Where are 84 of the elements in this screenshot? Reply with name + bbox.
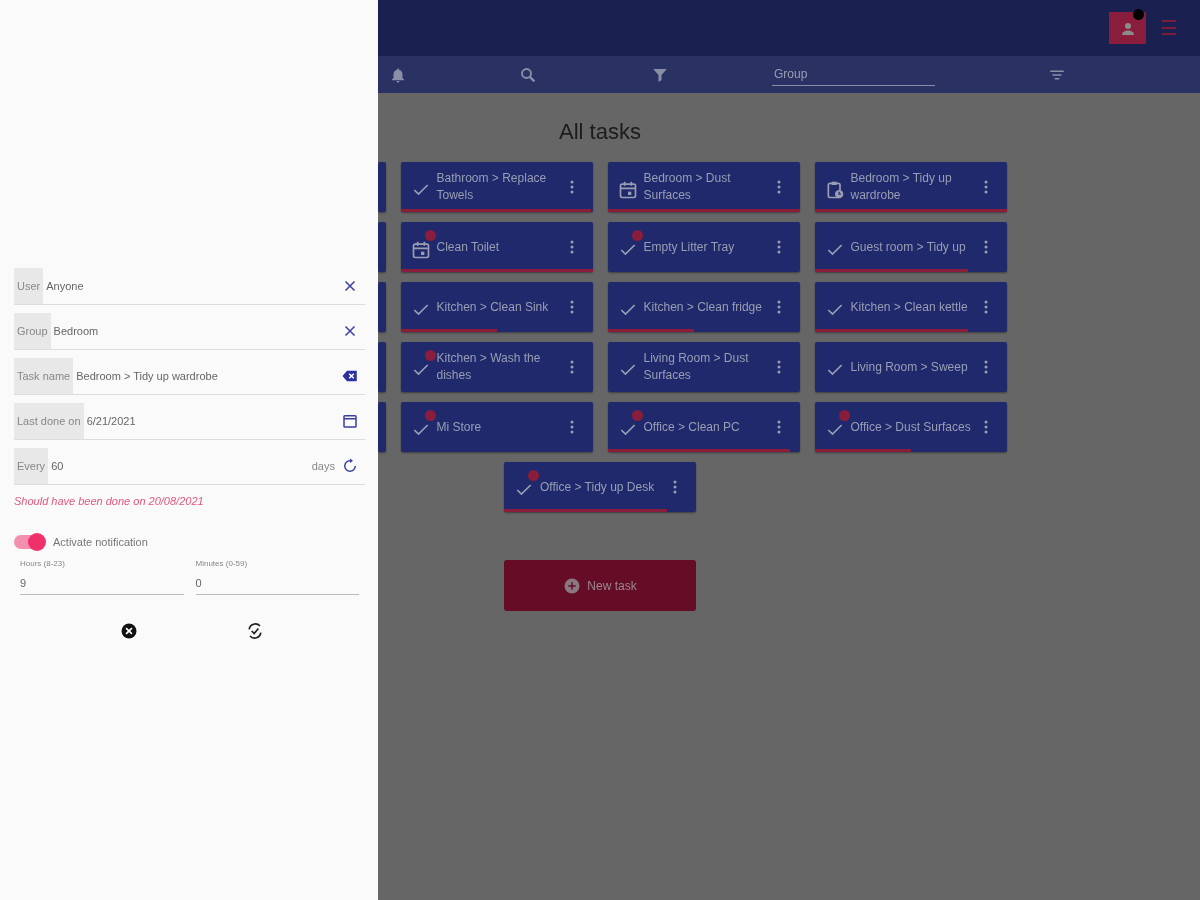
calendar-icon	[617, 179, 638, 200]
task-name: Living Room > Sweep	[850, 358, 969, 376]
input-field[interactable]: 0	[195, 575, 359, 592]
input-field[interactable]: Anyone	[43, 277, 341, 295]
bell-icon[interactable]	[389, 65, 407, 84]
refresh-icon[interactable]	[341, 457, 359, 475]
input-field[interactable]: 60	[48, 457, 312, 475]
task-card[interactable]	[377, 162, 386, 212]
task-card[interactable]: Kitchen > Wash the dishes	[400, 342, 593, 392]
more-icon[interactable]	[776, 240, 781, 254]
task-card[interactable]	[377, 282, 386, 332]
task-name: Office > Clean PC	[643, 418, 741, 436]
task-card[interactable]: Bathroom > Replace Towels	[400, 162, 593, 212]
add-circle-icon	[563, 576, 582, 595]
field-label: User	[14, 268, 44, 304]
more-icon[interactable]	[776, 360, 781, 374]
group-field[interactable]: Group	[772, 63, 935, 86]
task-card[interactable]: Bedroom > Dust Surfaces	[607, 162, 800, 212]
input-field[interactable]: Bedroom > Tidy up wardrobe	[73, 367, 341, 385]
page-title: All tasks	[558, 118, 642, 146]
more-icon[interactable]	[776, 180, 781, 194]
warning-text: Should have been done on 20/08/2021	[14, 494, 205, 509]
task-card[interactable]: Clean Toilet	[400, 222, 593, 272]
task-card[interactable]: Office > Clean PC	[607, 402, 800, 452]
task-card[interactable]: Office > Tidy up Desk	[504, 462, 696, 512]
more-icon[interactable]	[569, 360, 574, 374]
task-card[interactable]: Kitchen > Clean fridge	[607, 282, 800, 332]
account-button[interactable]	[1109, 12, 1146, 44]
task-name: Bedroom > Dust Surfaces	[643, 170, 732, 204]
task-card[interactable]: Kitchen > Clean kettle	[814, 282, 1007, 332]
task-card[interactable]	[377, 342, 386, 392]
task-card[interactable]: Office > Dust Surfaces	[814, 402, 1007, 452]
task-name: Living Room > Dust Surfaces	[643, 350, 750, 384]
more-icon[interactable]	[776, 300, 781, 314]
search-icon[interactable]	[519, 65, 537, 84]
task-name: Kitchen > Clean fridge	[643, 298, 763, 316]
task-name: Bedroom > Tidy up wardrobe	[850, 170, 953, 204]
more-icon[interactable]	[569, 420, 574, 434]
task-name: Empty Litter Tray	[643, 238, 736, 256]
field-label: Last done on	[14, 403, 84, 439]
task-card[interactable]: Empty Litter Tray	[607, 222, 800, 272]
task-name: Kitchen > Clean Sink	[436, 298, 550, 316]
task-name: Clean Toilet	[436, 238, 500, 256]
toggle-label: Activate notification	[53, 534, 148, 550]
new-task-button[interactable]: New task	[504, 560, 696, 611]
task-card[interactable]: Living Room > Sweep	[814, 342, 1007, 392]
calendar-icon[interactable]	[341, 412, 359, 430]
more-icon[interactable]	[983, 240, 988, 254]
more-icon[interactable]	[569, 240, 574, 254]
field-label: Task name	[14, 358, 74, 394]
task-name: Office > Tidy up Desk	[540, 478, 656, 496]
more-icon[interactable]	[983, 180, 988, 194]
task-name: Bathroom > Replace Towels	[436, 170, 548, 204]
notification-toggle[interactable]	[14, 534, 45, 549]
field-label: Hours (8-23)	[20, 558, 66, 570]
field-label: Group	[14, 313, 51, 349]
input-field[interactable]: 6/21/2021	[83, 412, 341, 430]
task-card[interactable]: Living Room > Dust Surfaces	[607, 342, 800, 392]
task-card[interactable]: Kitchen > Clean Sink	[400, 282, 593, 332]
task-card[interactable]: Bedroom > Tidy up wardrobe	[814, 162, 1007, 212]
input-field[interactable]: Bedroom	[50, 322, 341, 340]
task-card[interactable]	[377, 402, 386, 452]
task-name: Mi Store	[436, 418, 483, 436]
notification-badge	[1133, 9, 1144, 20]
task-name: Office > Dust Surfaces	[850, 418, 972, 436]
more-icon[interactable]	[776, 420, 781, 434]
more-icon[interactable]	[569, 300, 574, 314]
task-card[interactable]	[377, 222, 386, 272]
cancel-icon[interactable]	[119, 621, 139, 641]
task-name: Guest room > Tidy up	[850, 238, 967, 256]
task-card[interactable]: Mi Store	[400, 402, 593, 452]
field-label: Every	[14, 448, 49, 484]
task-name: Kitchen > Clean kettle	[850, 298, 969, 316]
more-icon[interactable]	[673, 480, 677, 494]
more-icon[interactable]	[983, 360, 988, 374]
field-label: Minutes (0-59)	[195, 558, 249, 570]
more-icon[interactable]	[983, 420, 988, 434]
unit-label: days	[311, 458, 335, 474]
calendar-icon	[410, 239, 431, 260]
task-card[interactable]: Guest room > Tidy up	[814, 222, 1007, 272]
input-field[interactable]: 9	[20, 575, 184, 592]
more-icon[interactable]	[983, 300, 988, 314]
task-name: Kitchen > Wash the dishes	[436, 350, 542, 384]
more-icon[interactable]	[569, 180, 574, 194]
